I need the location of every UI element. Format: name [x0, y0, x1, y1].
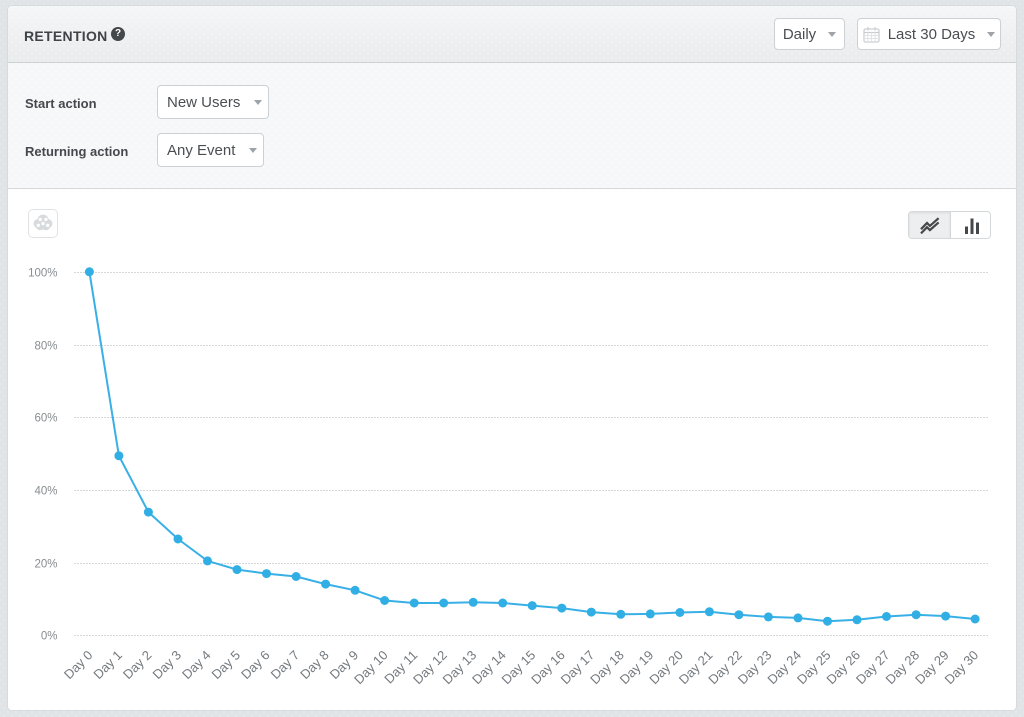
svg-text:Day 8: Day 8 [297, 647, 332, 682]
svg-text:Day 1: Day 1 [90, 647, 125, 682]
svg-text:60%: 60% [34, 413, 57, 425]
svg-text:Day 6: Day 6 [238, 647, 273, 682]
svg-text:Day 30: Day 30 [941, 647, 981, 687]
svg-text:Day 3: Day 3 [149, 647, 184, 682]
svg-text:0%: 0% [41, 631, 58, 643]
svg-text:40%: 40% [34, 486, 57, 498]
svg-text:Day 7: Day 7 [268, 647, 303, 682]
svg-text:100%: 100% [28, 268, 57, 280]
svg-text:Day 0: Day 0 [61, 647, 96, 682]
svg-text:Day 2: Day 2 [120, 647, 155, 682]
svg-text:Day 10: Day 10 [351, 647, 391, 687]
svg-text:20%: 20% [34, 559, 57, 571]
svg-text:Day 4: Day 4 [179, 647, 214, 682]
svg-text:Day 5: Day 5 [208, 647, 243, 682]
svg-text:80%: 80% [34, 341, 57, 353]
